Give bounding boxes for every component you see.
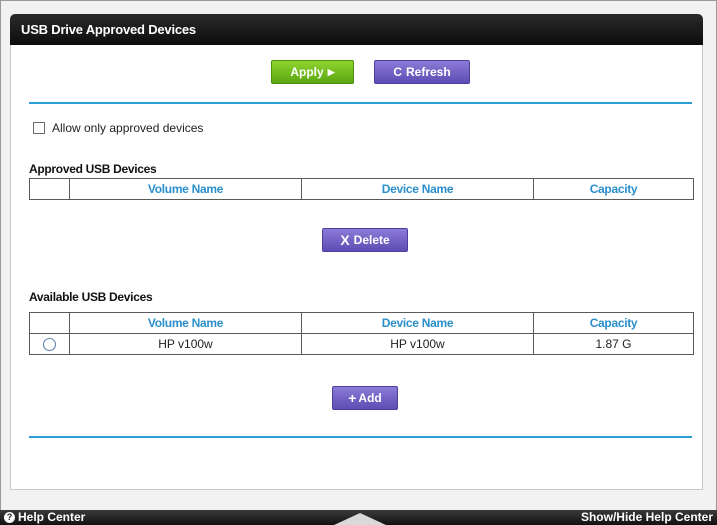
column-header-volume-name: Volume Name	[69, 178, 302, 200]
volume-name-cell: HP v100w	[69, 333, 302, 355]
add-button[interactable]: + Add	[332, 386, 398, 410]
divider-top	[29, 102, 692, 104]
table-header-row: Volume Name Device Name Capacity	[29, 178, 694, 200]
table-header-row: Volume Name Device Name Capacity	[29, 312, 694, 334]
column-header-select	[29, 178, 70, 200]
plus-icon: +	[348, 390, 357, 406]
approved-devices-title: Approved USB Devices	[29, 162, 157, 176]
help-center-bar: ? Help Center Show/Hide Help Center	[0, 510, 717, 525]
approved-devices-table: Volume Name Device Name Capacity	[29, 178, 694, 200]
allow-approved-checkbox[interactable]	[33, 122, 45, 134]
column-header-volume-name: Volume Name	[69, 312, 302, 334]
divider-bottom	[29, 436, 692, 438]
help-icon: ?	[4, 512, 15, 523]
device-name-cell: HP v100w	[301, 333, 534, 355]
row-select-cell	[29, 333, 70, 355]
show-hide-help-center-link[interactable]: Show/Hide Help Center	[581, 510, 713, 525]
delete-button[interactable]: X Delete	[322, 228, 408, 252]
apply-label: Apply	[290, 65, 324, 79]
table-row: HP v100w HP v100w 1.87 G	[29, 333, 694, 355]
refresh-label: Refresh	[405, 65, 451, 79]
help-center-label: Help Center	[18, 510, 86, 524]
column-header-device-name: Device Name	[301, 178, 534, 200]
available-devices-title: Available USB Devices	[29, 290, 153, 304]
add-label: Add	[358, 391, 382, 405]
available-devices-table: Volume Name Device Name Capacity HP v100…	[29, 312, 694, 355]
refresh-button[interactable]: C Refresh	[374, 60, 470, 84]
capacity-cell: 1.87 G	[533, 333, 694, 355]
column-header-select	[29, 312, 70, 334]
column-header-capacity: Capacity	[533, 178, 694, 200]
content-panel	[10, 45, 703, 490]
help-center-link[interactable]: ? Help Center	[4, 510, 85, 525]
apply-button[interactable]: Apply ▶	[271, 60, 354, 84]
page-title: USB Drive Approved Devices	[10, 14, 703, 45]
expand-caret-icon[interactable]	[334, 513, 386, 525]
delete-icon: X	[340, 232, 350, 248]
refresh-icon: C	[393, 65, 402, 79]
play-arrow-icon: ▶	[327, 66, 335, 77]
delete-label: Delete	[353, 233, 390, 247]
allow-approved-label: Allow only approved devices	[52, 121, 204, 135]
row-select-radio[interactable]	[43, 338, 56, 352]
column-header-capacity: Capacity	[533, 312, 694, 334]
column-header-device-name: Device Name	[301, 312, 534, 334]
